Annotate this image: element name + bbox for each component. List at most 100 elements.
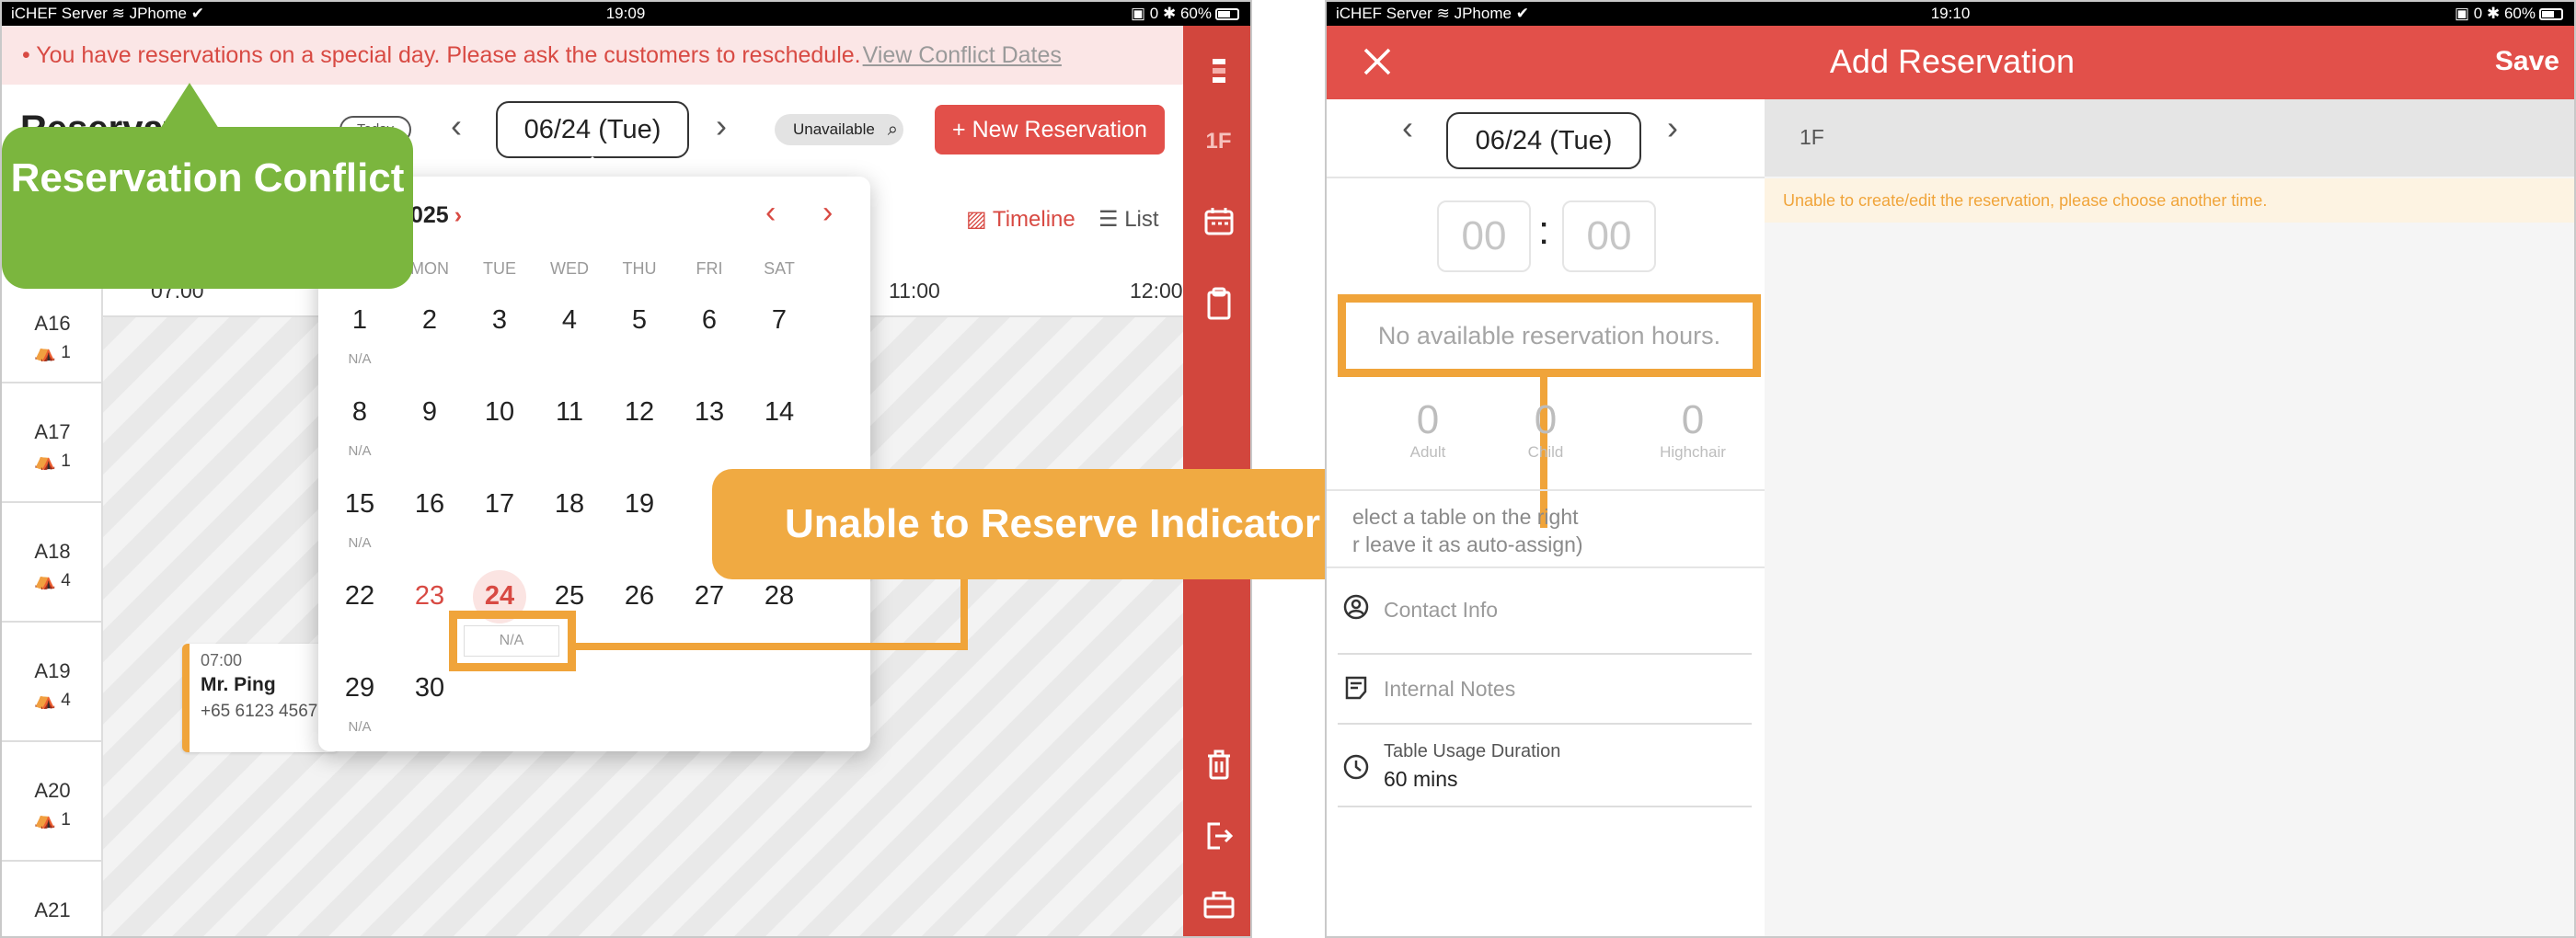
wifi-name: JPhome: [1454, 5, 1512, 22]
contact-info-label: Contact Info: [1384, 598, 1499, 622]
next-date-chevron-icon[interactable]: ›: [716, 107, 727, 145]
view-conflict-dates-link[interactable]: View Conflict Dates: [863, 42, 1062, 69]
calendar-day[interactable]: 14: [744, 397, 814, 428]
prev-date-chevron-icon[interactable]: ‹: [1402, 109, 1413, 147]
status-count: 0: [1149, 5, 1159, 22]
lock-icon: ▣: [1130, 5, 1146, 22]
calendar-day[interactable]: 24: [465, 581, 535, 612]
popover-arrow: [580, 156, 605, 169]
calendar-day[interactable]: 6: [674, 305, 744, 336]
calendar-day[interactable]: 9: [395, 397, 465, 428]
table-name: A21: [34, 898, 71, 921]
na-label: N/A: [348, 719, 372, 735]
calendar-day[interactable]: 5: [604, 305, 674, 336]
calendar-day[interactable]: 27: [674, 581, 744, 612]
calendar-day[interactable]: 3: [465, 305, 535, 336]
calendar-day[interactable]: 22: [325, 581, 395, 612]
date-selector[interactable]: 06/24 (Tue): [496, 101, 689, 158]
calendar-day[interactable]: 19: [604, 489, 674, 520]
table-row[interactable]: A18 ⛺ 4: [2, 503, 103, 623]
calendar-day[interactable]: 17: [465, 489, 535, 520]
calendar-day[interactable]: 12: [604, 397, 674, 428]
floor-tab[interactable]: 1F: [1800, 125, 1824, 150]
calendar-day[interactable]: 23: [395, 581, 465, 612]
adult-counter[interactable]: 0 Adult: [1363, 397, 1492, 462]
calendar-month[interactable]: 025 ›: [410, 202, 462, 229]
logout-icon[interactable]: [1183, 820, 1250, 858]
floor-plan-pane[interactable]: [1765, 99, 2574, 936]
calendar-day[interactable]: 28: [744, 581, 814, 612]
calendar-day[interactable]: 15: [325, 489, 395, 520]
prev-date-chevron-icon[interactable]: ‹: [451, 107, 462, 145]
internal-notes-field[interactable]: Internal Notes: [1338, 669, 1752, 725]
na-label: N/A: [348, 443, 372, 459]
internal-notes-label: Internal Notes: [1384, 677, 1516, 701]
table-row[interactable]: A17 ⛺ 1: [2, 383, 103, 503]
status-bar: iCHEF Server ≋ JPhome ✔ 19:10 ▣ 0 ✱ 60%: [1327, 2, 2574, 26]
table-row[interactable]: A19 ⛺ 4: [2, 623, 103, 742]
calendar-day[interactable]: 13: [674, 397, 744, 428]
next-date-chevron-icon[interactable]: ›: [1667, 109, 1678, 147]
date-selector[interactable]: 06/24 (Tue): [1446, 112, 1641, 169]
calendar-day[interactable]: 16: [395, 489, 465, 520]
calendar-icon[interactable]: [1183, 206, 1250, 244]
calendar-day[interactable]: 11: [535, 397, 604, 428]
calendar-day[interactable]: 30: [395, 673, 465, 704]
prev-month-chevron-icon[interactable]: ‹: [765, 195, 776, 231]
calendar-day[interactable]: 25: [535, 581, 604, 612]
table-usage-duration-field[interactable]: Table Usage Duration 60 mins: [1338, 738, 1752, 807]
na-label: N/A: [348, 351, 372, 367]
rail-floor[interactable]: 1F: [1183, 129, 1250, 154]
month-expand-chevron-icon: ›: [454, 202, 463, 228]
add-reservation-header: Add Reservation Save: [1327, 26, 2574, 99]
highchair-counter[interactable]: 0 Highchair: [1628, 397, 1757, 462]
toolbox-icon[interactable]: [1183, 890, 1250, 926]
rail-legend-icon[interactable]: [1183, 53, 1250, 97]
table-assign-hint[interactable]: elect a table on the right r leave it as…: [1352, 503, 1583, 558]
calendar-day[interactable]: 2: [395, 305, 465, 336]
minute-field[interactable]: 00: [1562, 200, 1656, 272]
search-icon[interactable]: ⌕: [888, 114, 898, 145]
calendar-day[interactable]: 29: [325, 673, 395, 704]
calendar-day[interactable]: 8: [325, 397, 395, 428]
seat-count: 4: [61, 571, 71, 590]
check-icon: ✔: [190, 5, 204, 22]
clipboard-icon[interactable]: [1183, 287, 1250, 326]
timeline-tab[interactable]: ▨ Timeline: [966, 206, 1075, 233]
reservation-phone: +65 6123 4567: [201, 702, 318, 721]
list-label: List: [1124, 207, 1159, 232]
calendar-month-label: 025: [410, 202, 449, 228]
seat-count: 1: [61, 452, 71, 471]
seat-count: 1: [61, 810, 71, 829]
table-name: A16: [34, 312, 71, 335]
trash-icon[interactable]: [1183, 749, 1250, 788]
duration-value: 60 mins: [1384, 767, 1458, 791]
calendar-day[interactable]: 10: [465, 397, 535, 428]
save-button[interactable]: Save: [2495, 46, 2559, 77]
new-reservation-button[interactable]: + New Reservation: [935, 105, 1165, 154]
unable-warning: Unable to create/edit the reservation, p…: [1765, 178, 2574, 223]
reservation-card[interactable]: 07:00 Mr. Ping +65 6123 4567: [182, 644, 339, 752]
list-tab[interactable]: ☰ List: [1098, 206, 1159, 233]
contact-info-field[interactable]: Contact Info: [1338, 590, 1752, 655]
table-column: A16 ⛺ 1 A17 ⛺ 1 A18 ⛺ 4 A19 ⛺ 4 A20 ⛺ 1 A21: [2, 264, 103, 936]
bluetooth-icon: ✱: [1162, 5, 1177, 22]
calendar-day[interactable]: 1: [325, 305, 395, 336]
table-row[interactable]: A21: [2, 862, 103, 936]
calendar-day[interactable]: 26: [604, 581, 674, 612]
child-counter[interactable]: 0 Child: [1481, 397, 1610, 462]
carrier: iCHEF Server: [11, 5, 108, 22]
adult-value: 0: [1416, 397, 1440, 442]
calendar-day[interactable]: 4: [535, 305, 604, 336]
table-row[interactable]: A20 ⛺ 1: [2, 742, 103, 862]
reservation-name: Mr. Ping: [201, 674, 276, 695]
calendar-day[interactable]: 18: [535, 489, 604, 520]
adult-label: Adult: [1409, 443, 1446, 461]
na-indicator: N/A: [464, 625, 559, 657]
child-label: Child: [1527, 443, 1564, 461]
hour-field[interactable]: 00: [1437, 200, 1531, 272]
calendar-day[interactable]: 7: [744, 305, 814, 336]
next-month-chevron-icon[interactable]: ›: [822, 195, 833, 231]
unavailable-toggle[interactable]: Unavailable ⌕: [775, 114, 903, 145]
alert-message: • You have reservations on a special day…: [22, 41, 861, 68]
